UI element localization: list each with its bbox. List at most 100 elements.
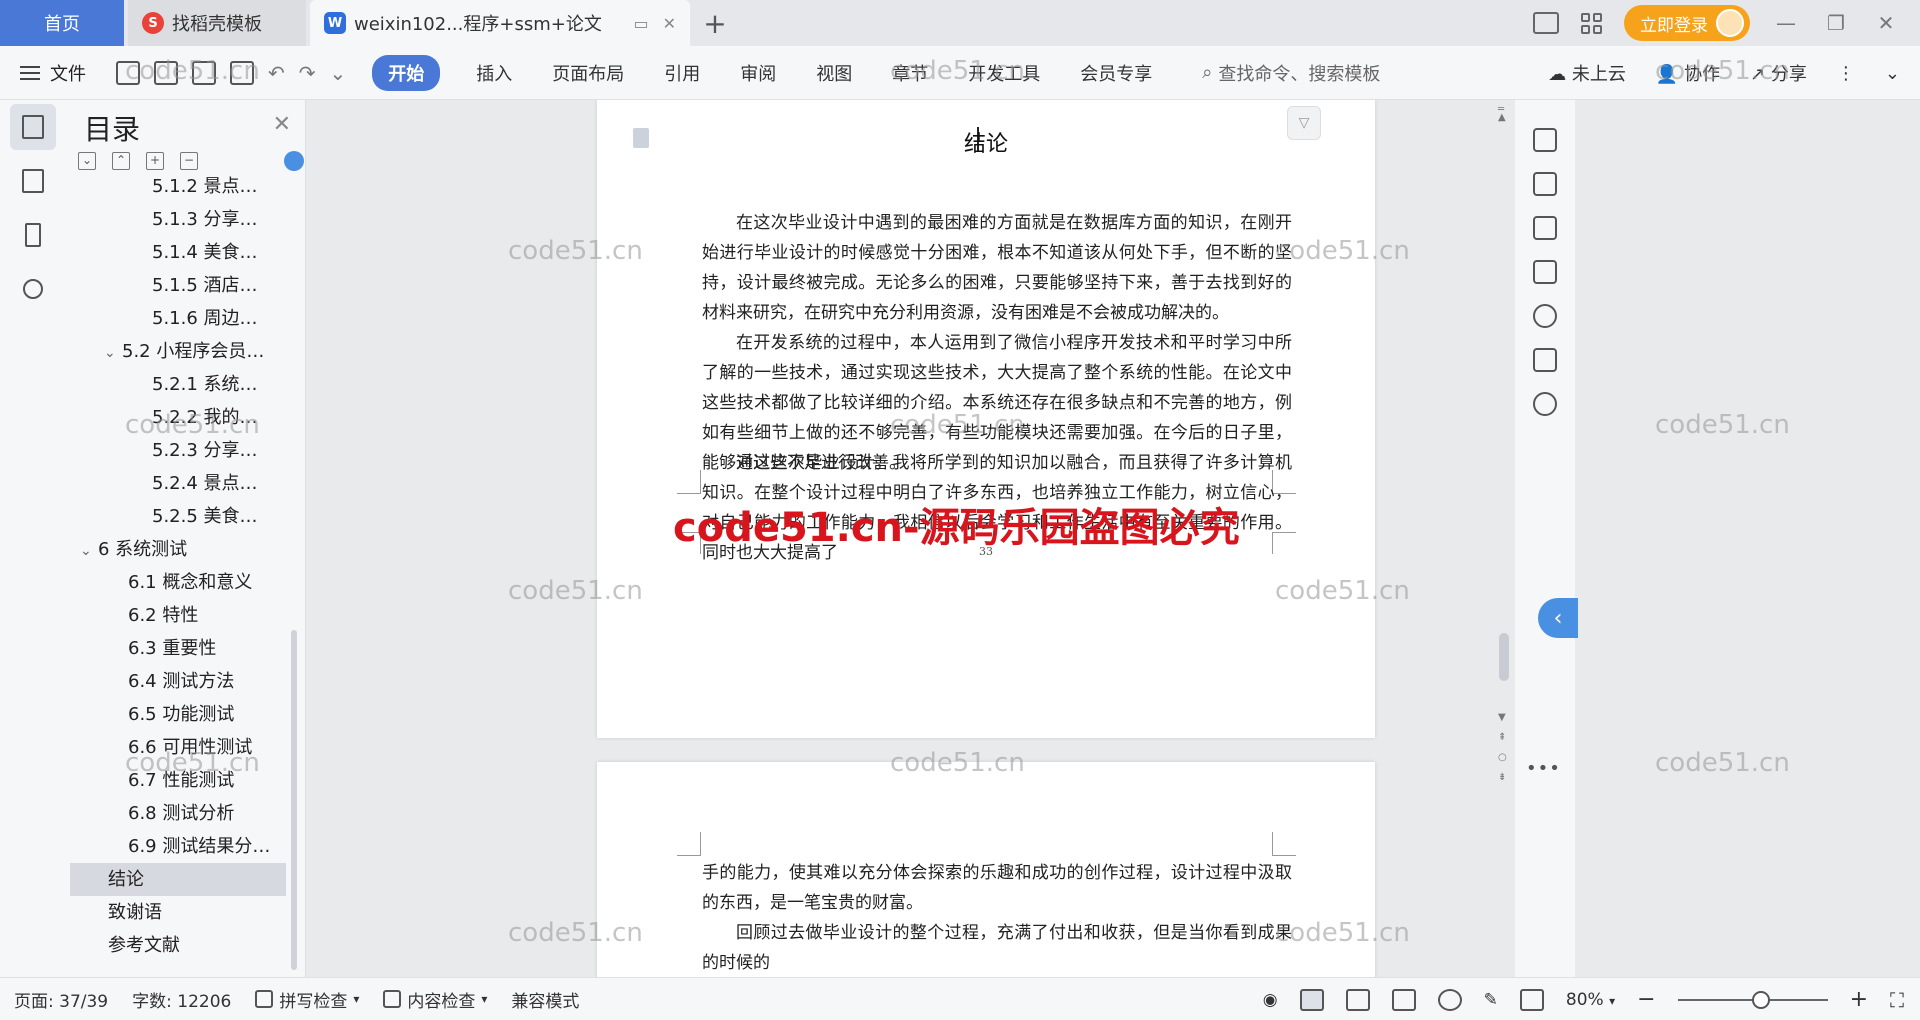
login-button[interactable]: 立即登录 <box>1624 5 1750 41</box>
layout-toggle-icon[interactable] <box>1533 12 1559 34</box>
toc-item[interactable]: 5.1.6 周边… <box>70 302 286 335</box>
ribbon-tab-member[interactable]: 会员专享 <box>1080 60 1152 86</box>
zoom-out-icon[interactable]: − <box>1637 987 1655 1012</box>
redo-icon[interactable]: ↷ <box>299 61 316 85</box>
toc-item[interactable]: 5.2.1 系统… <box>70 368 286 401</box>
toc-item[interactable]: 6.9 测试结果分… <box>70 830 286 863</box>
toc-scrollbar[interactable] <box>291 630 297 970</box>
apps-grid-icon[interactable] <box>1581 12 1602 34</box>
find-button[interactable] <box>10 266 56 312</box>
ribbon-tab-review[interactable]: 审阅 <box>740 60 776 86</box>
ribbon-tab-chapter[interactable]: 章节 <box>892 60 928 86</box>
tab-document[interactable]: W weixin102...程序+ssm+论文 ▭ ✕ <box>310 0 690 46</box>
zoom-in-icon[interactable]: + <box>1850 987 1868 1012</box>
toc-item[interactable]: 致谢语 <box>70 896 286 929</box>
cloud-status-button[interactable]: ☁ 未上云 <box>1548 60 1626 86</box>
add-heading-icon[interactable]: + <box>146 152 164 170</box>
toc-item[interactable]: 6.2 特性 <box>70 599 286 632</box>
close-window-icon[interactable]: ✕ <box>1872 11 1900 35</box>
toc-item[interactable]: 结论 <box>70 863 286 896</box>
pen-icon[interactable] <box>1533 128 1557 152</box>
remove-heading-icon[interactable]: − <box>180 152 198 170</box>
ribbon-tab-view[interactable]: 视图 <box>816 60 852 86</box>
undo-icon[interactable]: ↶ <box>268 61 285 85</box>
web-view-icon[interactable] <box>1437 988 1462 1011</box>
toc-item[interactable]: 6.4 测试方法 <box>70 665 286 698</box>
write-mode-icon[interactable]: ✎ <box>1484 990 1498 1010</box>
reading-filter-button[interactable]: ▽ <box>1287 106 1321 140</box>
tab-home[interactable]: 首页 <box>0 0 124 46</box>
eye-protect-icon[interactable]: ◉ <box>1263 990 1278 1010</box>
share-button[interactable]: ↗ 分享 <box>1750 60 1807 86</box>
select-object-icon[interactable]: ○ <box>1498 752 1507 763</box>
export-pdf-icon[interactable] <box>154 60 178 85</box>
tab-template-store[interactable]: S 找稻壳模板 <box>128 0 306 46</box>
collapse-all-icon[interactable]: ⌃ <box>112 152 130 170</box>
toc-item[interactable]: 6.7 性能测试 <box>70 764 286 797</box>
toc-close-icon[interactable]: ✕ <box>273 112 291 137</box>
spell-check-button[interactable]: 拼写检查 ▾ <box>255 987 359 1012</box>
scroll-down-icon[interactable]: ▼ <box>1498 712 1506 723</box>
image-tools-icon[interactable] <box>1533 260 1557 284</box>
body-paragraph[interactable]: 回顾过去做毕业设计的整个过程，充满了付出和收获，但是当你看到成果的时候的 <box>702 918 1292 977</box>
body-paragraph[interactable]: 在这次毕业设计中遇到的最困难的方面就是在数据库方面的知识，在刚开始进行毕业设计的… <box>702 208 1292 328</box>
fit-page-icon[interactable] <box>1519 988 1544 1011</box>
document-scrollbar[interactable]: ═ ▲ ▼ ⇞ ○ ⇟ <box>1495 100 1515 977</box>
toc-item[interactable]: ⌄ 5.2 小程序会员… <box>70 335 286 368</box>
content-check-button[interactable]: 内容检查 ▾ <box>383 987 487 1012</box>
toc-item[interactable]: 5.1.5 酒店… <box>70 269 286 302</box>
ai-assistant-icon[interactable] <box>1533 304 1557 328</box>
print-icon[interactable] <box>192 60 216 85</box>
page-view-icon[interactable] <box>1299 988 1324 1011</box>
expand-all-icon[interactable]: ⌄ <box>78 152 96 170</box>
collaborate-button[interactable]: 👤 协作 <box>1656 60 1720 86</box>
save-icon[interactable] <box>116 60 140 85</box>
toc-item[interactable]: 6.8 测试分析 <box>70 797 286 830</box>
bookmark-button[interactable] <box>10 212 56 258</box>
command-search[interactable]: ⌕ 查找命令、搜索模板 <box>1202 60 1380 86</box>
print-preview-icon[interactable] <box>230 60 254 85</box>
toc-item[interactable]: 5.2.5 美食… <box>70 500 286 533</box>
toc-item[interactable]: 5.1.3 分享… <box>70 203 286 236</box>
ribbon-tab-references[interactable]: 引用 <box>664 60 700 86</box>
more-vertical-icon[interactable]: ⋮ <box>1837 63 1855 84</box>
collapse-ribbon-icon[interactable]: ⌄ <box>1885 63 1900 84</box>
toc-item[interactable]: 6.1 概念和意义 <box>70 566 286 599</box>
help-icon[interactable] <box>1533 392 1557 416</box>
tab-window-icon[interactable]: ▭ <box>633 14 648 33</box>
read-view-icon[interactable] <box>1391 988 1416 1011</box>
tab-close-icon[interactable]: ✕ <box>663 14 676 33</box>
prev-page-icon[interactable]: ⇞ <box>1498 732 1506 743</box>
toc-options-icon[interactable] <box>284 151 304 171</box>
scroll-up-icon[interactable]: ▲ <box>1498 112 1506 123</box>
toc-item[interactable]: 5.1.4 美食… <box>70 236 286 269</box>
chapter-nav-button[interactable] <box>10 158 56 204</box>
chevron-down-icon[interactable]: ⌄ <box>80 535 98 566</box>
toc-item[interactable]: 6.6 可用性测试 <box>70 731 286 764</box>
ribbon-tab-home[interactable]: 开始 <box>372 54 441 91</box>
toc-panel-button[interactable] <box>10 104 56 150</box>
zoom-slider[interactable] <box>1677 990 1828 1009</box>
page-indicator[interactable]: 页面: 37/39 <box>14 987 108 1012</box>
ribbon-tab-layout[interactable]: 页面布局 <box>552 60 624 86</box>
toc-item[interactable]: 参考文献 <box>70 929 286 960</box>
more-horizontal-icon[interactable]: ••• <box>1526 758 1561 779</box>
minimize-icon[interactable]: — <box>1772 11 1800 35</box>
toc-item[interactable]: 5.2.4 景点… <box>70 467 286 500</box>
chevron-down-icon[interactable]: ⌄ <box>330 61 347 85</box>
chevron-down-icon[interactable]: ⌄ <box>104 337 122 368</box>
ribbon-tab-developer[interactable]: 开发工具 <box>968 60 1040 86</box>
toc-item[interactable]: 5.1.2 景点… <box>70 170 286 203</box>
toc-item[interactable]: 5.2.2 我的… <box>70 401 286 434</box>
zoom-level[interactable]: 80% ▾ <box>1566 990 1615 1010</box>
toc-item[interactable]: 6.5 功能测试 <box>70 698 286 731</box>
scroll-thumb[interactable] <box>1499 633 1509 681</box>
section-heading[interactable]: 结论 <box>597 126 1375 158</box>
file-menu[interactable]: 文件 <box>20 60 86 86</box>
next-page-icon[interactable]: ⇟ <box>1498 772 1506 783</box>
expand-panel-chevron-icon[interactable]: ‹ <box>1538 598 1578 638</box>
toc-item[interactable]: 6.3 重要性 <box>70 632 286 665</box>
toc-item[interactable]: 5.2.3 分享… <box>70 434 286 467</box>
select-cursor-icon[interactable] <box>1533 172 1557 196</box>
outline-view-icon[interactable] <box>1345 988 1370 1011</box>
